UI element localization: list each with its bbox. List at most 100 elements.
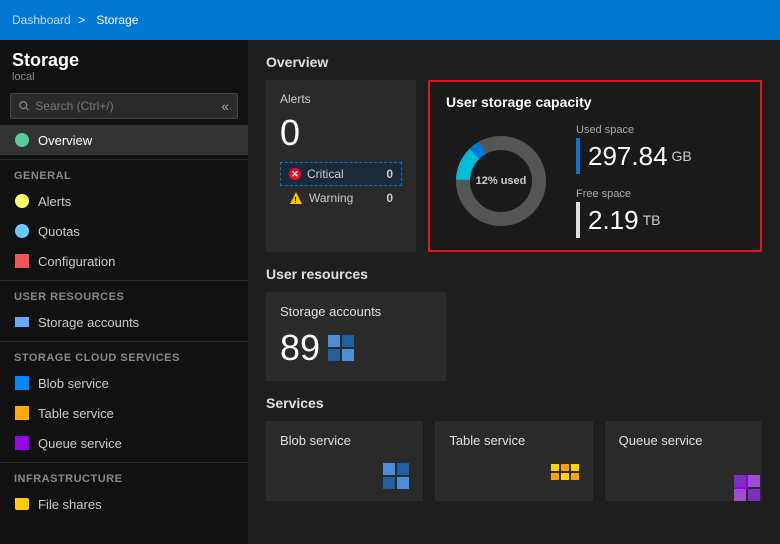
capacity-card-inner: User storage capacity	[446, 94, 744, 238]
service-card-table[interactable]: Table service	[435, 421, 592, 501]
sidebar-item-overview[interactable]: Overview	[0, 125, 248, 155]
alerts-icon	[14, 193, 30, 209]
overview-title: Overview	[266, 54, 762, 70]
free-space-stat: Free space 2.19 TB	[576, 188, 692, 238]
sidebar-section-cloud-services: Storage cloud services	[0, 341, 248, 368]
services-title: Services	[266, 395, 762, 411]
sidebar-header: Storage local	[0, 40, 248, 87]
sidebar-section-infrastructure: Infrastructure	[0, 462, 248, 489]
breadcrumb-home[interactable]: Dashboard	[12, 13, 71, 27]
sidebar-item-alerts-label: Alerts	[38, 194, 71, 209]
sidebar-item-table[interactable]: Table service	[0, 398, 248, 428]
donut-label: 12% used	[476, 175, 527, 187]
search-box[interactable]: «	[10, 93, 238, 119]
blob-service-title: Blob service	[280, 433, 409, 448]
user-resources-row: Storage accounts 89	[266, 292, 762, 381]
free-bar	[576, 202, 580, 238]
breadcrumb-sep: >	[78, 13, 85, 27]
table-service-icon	[551, 464, 579, 489]
overview-icon	[14, 132, 30, 148]
table-service-title: Table service	[449, 433, 578, 448]
alerts-card-title: Alerts	[280, 92, 402, 106]
service-card-queue[interactable]: Queue service	[605, 421, 762, 501]
free-space-label: Free space	[576, 188, 692, 200]
topbar: Dashboard > Storage	[0, 0, 780, 40]
sidebar-item-file-shares-label: File shares	[38, 497, 102, 512]
sidebar-section-user-resources: User resources	[0, 280, 248, 307]
sidebar-item-configuration[interactable]: Configuration	[0, 246, 248, 276]
sidebar-item-queue-label: Queue service	[38, 436, 122, 451]
used-bar	[576, 138, 580, 174]
capacity-stats: Used space 297.84 GB Free space	[576, 124, 692, 238]
donut-chart: 12% used	[446, 126, 556, 236]
blob-service-icon-row	[280, 463, 409, 489]
overview-row: Alerts 0 ✕ Critical 0 ! Warning 0	[266, 80, 762, 252]
alert-row-warning: ! Warning 0	[280, 186, 402, 210]
blob-icon	[14, 375, 30, 391]
critical-value: 0	[386, 167, 393, 181]
critical-label: Critical	[307, 167, 380, 181]
used-space-unit: GB	[672, 148, 692, 164]
configuration-icon	[14, 253, 30, 269]
storage-accounts-card: Storage accounts 89	[266, 292, 446, 381]
sidebar-item-table-label: Table service	[38, 406, 114, 421]
sidebar-title: Storage	[12, 50, 236, 71]
sidebar-item-storage-accounts-label: Storage accounts	[38, 315, 139, 330]
queue-icon	[14, 435, 30, 451]
breadcrumb-current: Storage	[96, 13, 138, 27]
used-space-stat: Used space 297.84 GB	[576, 124, 692, 174]
service-card-blob[interactable]: Blob service	[266, 421, 423, 501]
sidebar-item-blob-label: Blob service	[38, 376, 109, 391]
svg-text:!: !	[294, 196, 297, 205]
free-space-row: 2.19 TB	[576, 202, 692, 238]
sidebar-nav: Overview General Alerts Quotas Configura…	[0, 125, 248, 544]
sidebar-section-general: General	[0, 159, 248, 186]
sidebar-item-blob[interactable]: Blob service	[0, 368, 248, 398]
alert-row-critical: ✕ Critical 0	[280, 162, 402, 186]
used-space-label: Used space	[576, 124, 692, 136]
sidebar-item-queue[interactable]: Queue service	[0, 428, 248, 458]
table-icon	[14, 405, 30, 421]
storage-accounts-card-title: Storage accounts	[280, 304, 432, 319]
search-input[interactable]	[35, 99, 215, 113]
breadcrumb: Dashboard > Storage	[12, 13, 142, 27]
queue-service-title: Queue service	[619, 433, 748, 448]
collapse-button[interactable]: «	[221, 98, 229, 114]
critical-icon: ✕	[289, 168, 301, 180]
sidebar-item-configuration-label: Configuration	[38, 254, 115, 269]
sidebar-item-file-shares[interactable]: File shares	[0, 489, 248, 519]
quotas-icon	[14, 223, 30, 239]
main-content: Overview Alerts 0 ✕ Critical 0 ! Warning…	[248, 40, 780, 544]
sidebar-item-alerts[interactable]: Alerts	[0, 186, 248, 216]
sidebar-item-quotas[interactable]: Quotas	[0, 216, 248, 246]
sidebar-item-quotas-label: Quotas	[38, 224, 80, 239]
alerts-card: Alerts 0 ✕ Critical 0 ! Warning 0	[266, 80, 416, 252]
queue-service-icon-row	[619, 475, 748, 489]
services-row: Blob service Table service	[266, 421, 762, 501]
free-space-value: 2.19	[588, 205, 639, 236]
capacity-card: User storage capacity	[428, 80, 762, 252]
storage-accounts-count: 89	[280, 327, 320, 369]
storage-accounts-icon	[328, 335, 354, 361]
table-service-icon-row	[449, 464, 578, 489]
file-shares-icon	[14, 496, 30, 512]
sidebar-item-overview-label: Overview	[38, 133, 92, 148]
capacity-body: 12% used Used space 297.84 GB	[446, 124, 744, 238]
warning-icon: !	[289, 191, 303, 205]
blob-service-icon	[383, 463, 409, 489]
free-space-unit: TB	[643, 212, 661, 228]
sidebar: Storage local « Overview General Alerts	[0, 40, 248, 544]
queue-service-icon	[734, 475, 748, 489]
alerts-count: 0	[280, 112, 402, 154]
storage-accounts-icon	[14, 314, 30, 330]
storage-accounts-count-row: 89	[280, 327, 432, 369]
warning-label: Warning	[309, 191, 380, 205]
capacity-title: User storage capacity	[446, 94, 744, 110]
sidebar-search-area: «	[0, 87, 248, 125]
sidebar-subtitle: local	[12, 71, 236, 83]
used-space-value: 297.84	[588, 141, 668, 172]
warning-value: 0	[386, 191, 393, 205]
used-space-row: 297.84 GB	[576, 138, 692, 174]
user-resources-title: User resources	[266, 266, 762, 282]
sidebar-item-storage-accounts[interactable]: Storage accounts	[0, 307, 248, 337]
